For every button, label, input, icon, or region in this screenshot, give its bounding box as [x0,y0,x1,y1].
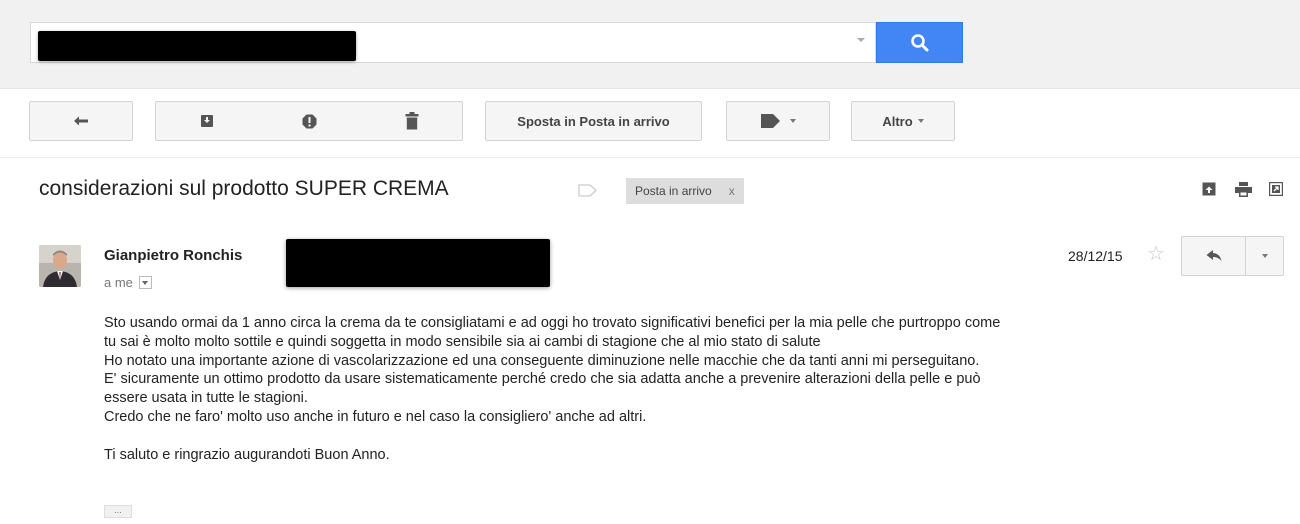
toolbar-divider [0,157,1300,158]
report-spam-button[interactable] [258,101,362,141]
open-in-new-window-expand-icon[interactable] [1202,182,1216,196]
more-button[interactable]: Altro [851,101,955,141]
move-to-inbox-label: Sposta in Posta in arrivo [517,113,670,129]
body-line: Ho notato una importante azione di vasco… [104,352,980,369]
labels-button[interactable] [726,101,830,141]
body-line: Credo che ne faro' molto uso anche in fu… [104,408,647,425]
search-options-caret-icon[interactable] [857,38,865,42]
search-input[interactable] [30,22,876,63]
email-body: Sto usando ormai da 1 anno circa la crem… [104,314,1254,464]
print-icon[interactable] [1235,182,1252,197]
label-outline-icon[interactable] [578,184,598,197]
more-actions-button[interactable] [1245,236,1284,276]
recipient-line: a me [104,275,152,290]
email-date: 28/12/15 [1068,248,1123,264]
search-button[interactable] [876,22,963,63]
back-arrow-icon [74,116,88,126]
new-window-icon[interactable] [1269,182,1283,196]
body-line: Sto usando ormai da 1 anno circa la crem… [104,315,1001,331]
redacted-search-text [38,31,356,61]
chevron-down-icon [917,119,924,123]
redacted-sender-email [286,239,550,287]
email-subject: considerazioni sul prodotto SUPER CREMA [39,177,449,200]
closing-line: Ti saluto e ringrazio augurandoti Buon A… [104,446,390,463]
label-chip-text: Posta in arrivo [635,184,712,198]
back-button[interactable] [29,101,133,141]
sender-name[interactable]: Gianpietro Ronchis [104,247,242,264]
recipient-text: a me [104,275,133,290]
report-spam-icon [302,114,317,128]
archive-button[interactable] [155,101,259,141]
move-to-inbox-button[interactable]: Sposta in Posta in arrivo [485,101,702,141]
star-icon[interactable]: ☆ [1147,244,1165,264]
archive-icon [201,115,213,127]
show-details-dropdown-icon[interactable] [138,276,152,289]
more-label: Altro [882,113,913,129]
reply-arrow-icon [1206,250,1221,261]
show-trimmed-content-button[interactable]: ... [104,505,132,518]
body-line: E' sicuramente un ottimo prodotto da usa… [104,371,981,388]
avatar[interactable] [39,245,81,287]
body-line: essere usata in tutte le stagioni. [104,390,308,407]
search-icon [911,34,929,52]
sender-photo-icon [39,245,81,287]
chevron-down-icon [789,119,796,123]
remove-label-button[interactable]: x [729,184,735,198]
reply-button[interactable] [1181,236,1246,276]
label-tag-icon [760,114,780,128]
trash-icon [405,112,418,130]
body-line: tu sai è molto molto sottile e quindi so… [104,333,821,350]
chevron-down-icon [1261,254,1268,258]
label-chip-inbox: Posta in arrivo x [626,178,744,204]
top-bar [0,0,1300,89]
delete-button[interactable] [361,101,463,141]
